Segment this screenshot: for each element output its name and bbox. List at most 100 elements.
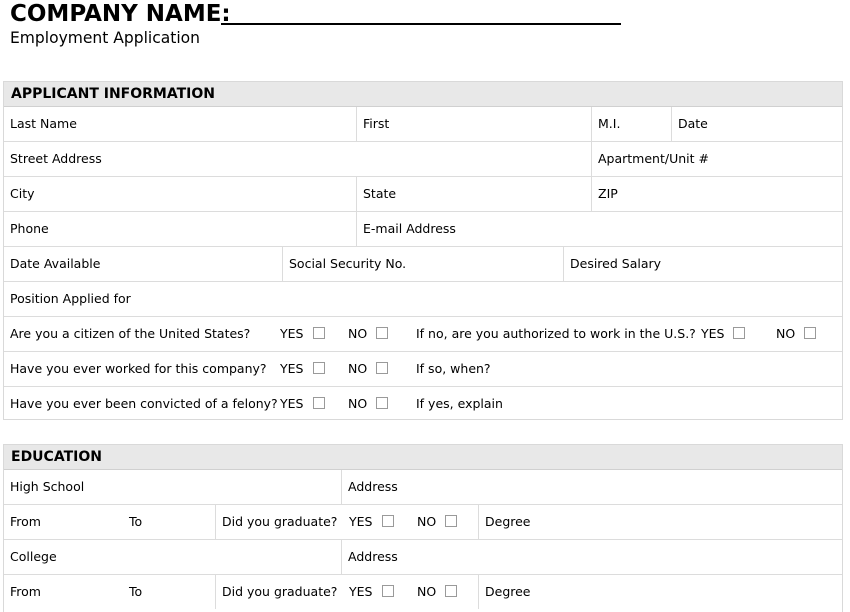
high-school-field[interactable]: High School [4, 470, 341, 504]
graduate-question: Did you graduate? [222, 514, 338, 529]
mi-label: M.I. [598, 116, 621, 131]
first-name-label: First [363, 116, 390, 131]
section-header-education: EDUCATION [4, 445, 842, 470]
high-school-to-field[interactable]: To [123, 505, 215, 539]
high-school-from-field[interactable]: From [4, 505, 123, 539]
to-label: To [129, 514, 143, 529]
position-applied-field[interactable]: Position Applied for [4, 282, 842, 316]
email-field[interactable]: E-mail Address [356, 212, 842, 246]
ssn-label: Social Security No. [289, 256, 407, 271]
street-address-field[interactable]: Street Address [4, 142, 591, 176]
felony-question: Have you ever been convicted of a felony… [10, 396, 278, 411]
from-label: From [10, 514, 41, 529]
college-graduate-yes-label: YES [349, 584, 373, 599]
form-row-address: Street Address Apartment/Unit # [4, 142, 842, 177]
form-row-citizen: Are you a citizen of the United States? … [4, 317, 842, 352]
middle-initial-field[interactable]: M.I. [591, 107, 671, 141]
hs-graduate-no-checkbox[interactable] [445, 515, 457, 527]
worked-yes-checkbox[interactable] [313, 362, 325, 374]
date-field[interactable]: Date [671, 107, 842, 141]
hs-graduate-yes-checkbox[interactable] [382, 515, 394, 527]
authorized-question: If no, are you authorized to work in the… [416, 326, 696, 341]
college-to-field[interactable]: To [123, 575, 215, 609]
date-available-field[interactable]: Date Available [4, 247, 282, 281]
college-address-label: Address [348, 549, 398, 564]
form-row-worked-before: Have you ever worked for this company? Y… [4, 352, 842, 387]
worked-question: Have you ever worked for this company? [10, 361, 267, 376]
hs-graduate-yes-label: YES [349, 514, 373, 529]
college-graduate-no-checkbox[interactable] [445, 585, 457, 597]
college-from-field[interactable]: From [4, 575, 123, 609]
degree-label: Degree [485, 514, 531, 529]
apartment-unit-field[interactable]: Apartment/Unit # [591, 142, 842, 176]
if-so-when-label: If so, when? [416, 361, 491, 376]
form-row-availability: Date Available Social Security No. Desir… [4, 247, 842, 282]
felony-no-label: NO [348, 396, 368, 411]
ssn-field[interactable]: Social Security No. [282, 247, 563, 281]
city-field[interactable]: City [4, 177, 356, 211]
date-label: Date [678, 116, 708, 131]
degree-label: Degree [485, 584, 531, 599]
college-address-field[interactable]: Address [341, 540, 842, 574]
high-school-label: High School [10, 479, 85, 494]
company-name-blank-line[interactable] [221, 23, 621, 25]
citizen-question: Are you a citizen of the United States? [10, 326, 251, 341]
felony-yes-checkbox[interactable] [313, 397, 325, 409]
desired-salary-label: Desired Salary [570, 256, 662, 271]
authorized-yes-checkbox[interactable] [733, 327, 745, 339]
citizen-no-label: NO [348, 326, 368, 341]
citizen-yes-checkbox[interactable] [313, 327, 325, 339]
last-name-field[interactable]: Last Name [4, 107, 356, 141]
worked-no-label: NO [348, 361, 368, 376]
college-degree-field[interactable]: Degree [478, 575, 842, 609]
form-row-college: College Address [4, 540, 842, 575]
high-school-address-field[interactable]: Address [341, 470, 842, 504]
authorized-yes-label: YES [701, 326, 725, 341]
high-school-degree-field[interactable]: Degree [478, 505, 842, 539]
form-row-high-school-dates: From To Did you graduate? YES NO Degree [4, 505, 842, 540]
section-header-applicant: APPLICANT INFORMATION [4, 82, 842, 107]
form-row-college-dates: From To Did you graduate? YES NO Degree [4, 575, 842, 610]
date-available-label: Date Available [10, 256, 101, 271]
form-subtitle: Employment Application [10, 28, 201, 47]
phone-label: Phone [10, 221, 49, 236]
authorized-no-checkbox[interactable] [804, 327, 816, 339]
authorized-no-label: NO [776, 326, 796, 341]
desired-salary-field[interactable]: Desired Salary [563, 247, 842, 281]
citizen-yes-label: YES [280, 326, 304, 341]
high-school-address-label: Address [348, 479, 398, 494]
state-label: State [363, 186, 397, 201]
company-name-label: COMPANY NAME: [10, 1, 231, 27]
felony-no-checkbox[interactable] [376, 397, 388, 409]
form-row-city: City State ZIP [4, 177, 842, 212]
college-graduate-no-label: NO [417, 584, 437, 599]
form-row-name: Last Name First M.I. Date [4, 107, 842, 142]
if-yes-explain-label: If yes, explain [416, 396, 503, 411]
zip-field[interactable]: ZIP [591, 177, 842, 211]
first-name-field[interactable]: First [356, 107, 591, 141]
citizen-no-checkbox[interactable] [376, 327, 388, 339]
worked-no-checkbox[interactable] [376, 362, 388, 374]
felony-yes-label: YES [280, 396, 304, 411]
graduate-question: Did you graduate? [222, 584, 338, 599]
education-section: EDUCATION High School Address From To Di… [3, 444, 843, 612]
form-row-high-school: High School Address [4, 470, 842, 505]
applicant-information-section: APPLICANT INFORMATION Last Name First M.… [3, 81, 843, 420]
state-field[interactable]: State [356, 177, 591, 211]
from-label: From [10, 584, 41, 599]
street-address-label: Street Address [10, 151, 102, 166]
college-graduate-yes-checkbox[interactable] [382, 585, 394, 597]
form-row-felony: Have you ever been convicted of a felony… [4, 387, 842, 422]
college-field[interactable]: College [4, 540, 341, 574]
worked-yes-label: YES [280, 361, 304, 376]
college-label: College [10, 549, 57, 564]
email-label: E-mail Address [363, 221, 456, 236]
position-applied-label: Position Applied for [10, 291, 131, 306]
hs-graduate-no-label: NO [417, 514, 437, 529]
form-row-contact: Phone E-mail Address [4, 212, 842, 247]
apartment-unit-label: Apartment/Unit # [598, 151, 709, 166]
zip-label: ZIP [598, 186, 618, 201]
form-row-position: Position Applied for [4, 282, 842, 317]
phone-field[interactable]: Phone [4, 212, 356, 246]
college-graduate-cell: Did you graduate? YES NO [215, 575, 478, 609]
